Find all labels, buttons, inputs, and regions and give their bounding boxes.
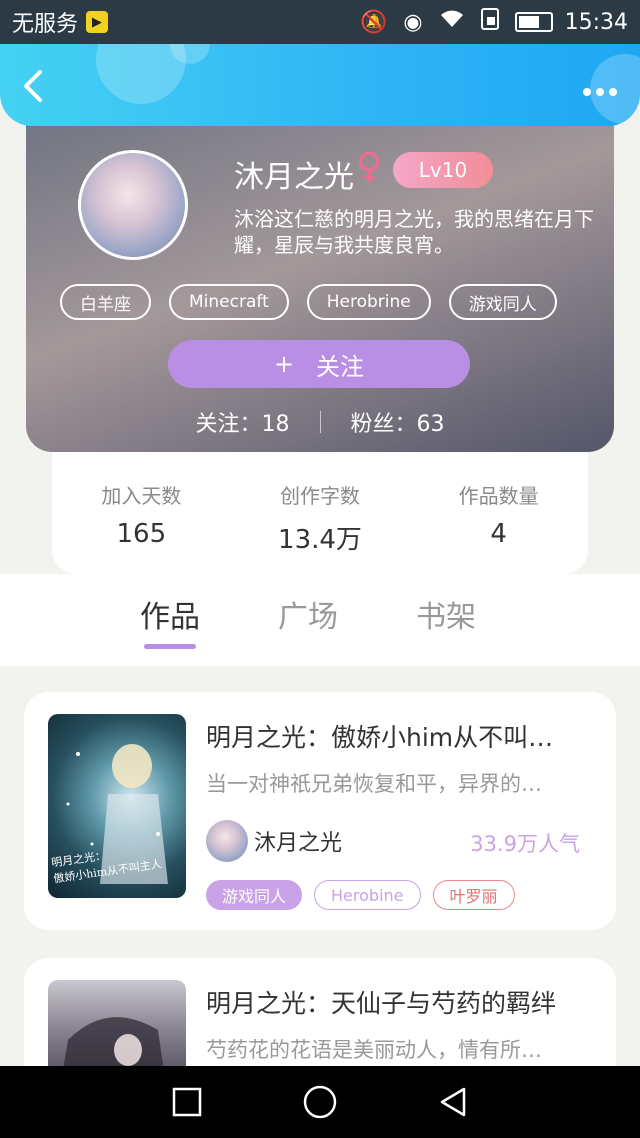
more-dots-icon (583, 88, 617, 96)
tab-indicator (420, 644, 472, 649)
work-tags: 游戏同人 Herobine 叶罗丽 (206, 880, 515, 910)
bio-line: 沐浴这仁慈的明月之光，我的思绪在月下 (234, 207, 594, 231)
bio-line: 耀，星辰与我共度良宵。 (234, 233, 454, 257)
triangle-back-icon (441, 1087, 466, 1117)
user-tag[interactable]: Minecraft (169, 284, 289, 320)
square-icon (172, 1087, 201, 1117)
eye-icon: ◉ (403, 9, 423, 35)
stat-value: 165 (116, 519, 167, 549)
author-name: 沐月之光 (254, 831, 343, 856)
divider (319, 411, 321, 433)
top-bar (0, 44, 640, 126)
work-tag[interactable]: 叶罗丽 (432, 880, 515, 910)
tab-indicator (282, 644, 334, 649)
user-tag[interactable]: 白羊座 (60, 284, 151, 320)
work-tag[interactable]: 游戏同人 (206, 880, 303, 910)
stat-value: 4 (490, 519, 507, 549)
stat-label: 加入天数 (101, 484, 182, 508)
system-nav-bar (0, 1066, 640, 1138)
wifi-icon (439, 9, 465, 35)
recent-apps-button[interactable] (167, 1082, 207, 1122)
level-badge: Lv10 (393, 152, 493, 188)
popularity-count: 33.9万人气 (470, 832, 580, 856)
circle-icon (303, 1085, 337, 1119)
follow-counts: 关注：18 粉丝：63 (26, 406, 614, 438)
follow-button-label: 关注 (316, 352, 365, 381)
home-button[interactable] (300, 1082, 340, 1122)
tab-label: 书架 (416, 600, 476, 635)
stat-value: 13.4万 (278, 525, 362, 555)
tabs-area: 作品 广场 书架 (0, 574, 640, 666)
username: 沐月之光 (234, 160, 354, 195)
sim-icon (480, 8, 499, 36)
work-title: 明月之光：傲娇小him从不叫… (206, 723, 554, 752)
fans-count[interactable]: 粉丝：63 (351, 406, 445, 438)
status-bar: 无服务 ▶ 🔕 ◉ 15:34 (0, 0, 640, 44)
plus-icon: + (273, 350, 295, 378)
author-avatar (206, 820, 248, 862)
work-title: 明月之光：天仙子与芍药的羁绊 (206, 989, 557, 1018)
battery-icon (514, 12, 553, 32)
back-nav-button[interactable] (433, 1082, 473, 1122)
carrier-text: 无服务 (12, 12, 79, 37)
work-card[interactable]: 明月之光： 傲娇小him从不叫主人 明月之光：傲娇小him从不叫… 当一对神祇兄… (24, 692, 616, 930)
stat-label: 创作字数 (279, 484, 360, 508)
chevron-left-icon (24, 70, 42, 102)
work-cover-image: 明月之光： 傲娇小him从不叫主人 (48, 714, 186, 898)
tab-bookshelf[interactable]: 书架 (416, 592, 476, 649)
work-description: 芍药花的花语是美丽动人，情有所… (206, 1038, 542, 1062)
stat-work-count: 作品数量 4 (419, 480, 579, 574)
female-icon: ♀ (356, 146, 383, 187)
following-count[interactable]: 关注：18 (196, 406, 290, 438)
app-notification-icon: ▶ (86, 11, 109, 33)
work-description: 当一对神祇兄弟恢复和平，异界的… (206, 772, 542, 796)
user-tag[interactable]: Herobrine (306, 284, 431, 320)
stats-card: 加入天数 165 创作字数 13.4万 作品数量 4 (52, 452, 588, 574)
tab-label: 广场 (278, 600, 338, 635)
tab-bar: 作品 广场 书架 (140, 592, 476, 649)
back-button[interactable] (18, 66, 58, 106)
clock: 15:34 (564, 9, 628, 35)
user-tags: 白羊座 Minecraft Herobrine 游戏同人 (60, 284, 557, 320)
profile-header-card: 沐月之光 ♀ Lv10 沐浴这仁慈的明月之光，我的思绪在月下 耀，星辰与我共度良… (26, 112, 614, 452)
tab-plaza[interactable]: 广场 (278, 592, 338, 649)
tab-works[interactable]: 作品 (140, 592, 200, 649)
tab-label: 作品 (140, 600, 200, 635)
user-tag[interactable]: 游戏同人 (448, 284, 557, 320)
stat-word-count: 创作字数 13.4万 (240, 480, 400, 574)
user-bio: 沐浴这仁慈的明月之光，我的思绪在月下 耀，星辰与我共度良宵。 (234, 206, 614, 258)
tab-active-indicator (144, 644, 196, 649)
stat-label: 作品数量 (458, 484, 539, 508)
follow-button[interactable]: + 关注 (168, 340, 470, 388)
work-author: 沐月之光 (206, 820, 342, 862)
mute-icon: 🔕 (359, 9, 388, 35)
more-options-button[interactable] (582, 70, 618, 105)
avatar[interactable] (78, 150, 188, 260)
stat-join-days: 加入天数 165 (61, 480, 221, 574)
work-tag[interactable]: Herobine (314, 880, 421, 910)
